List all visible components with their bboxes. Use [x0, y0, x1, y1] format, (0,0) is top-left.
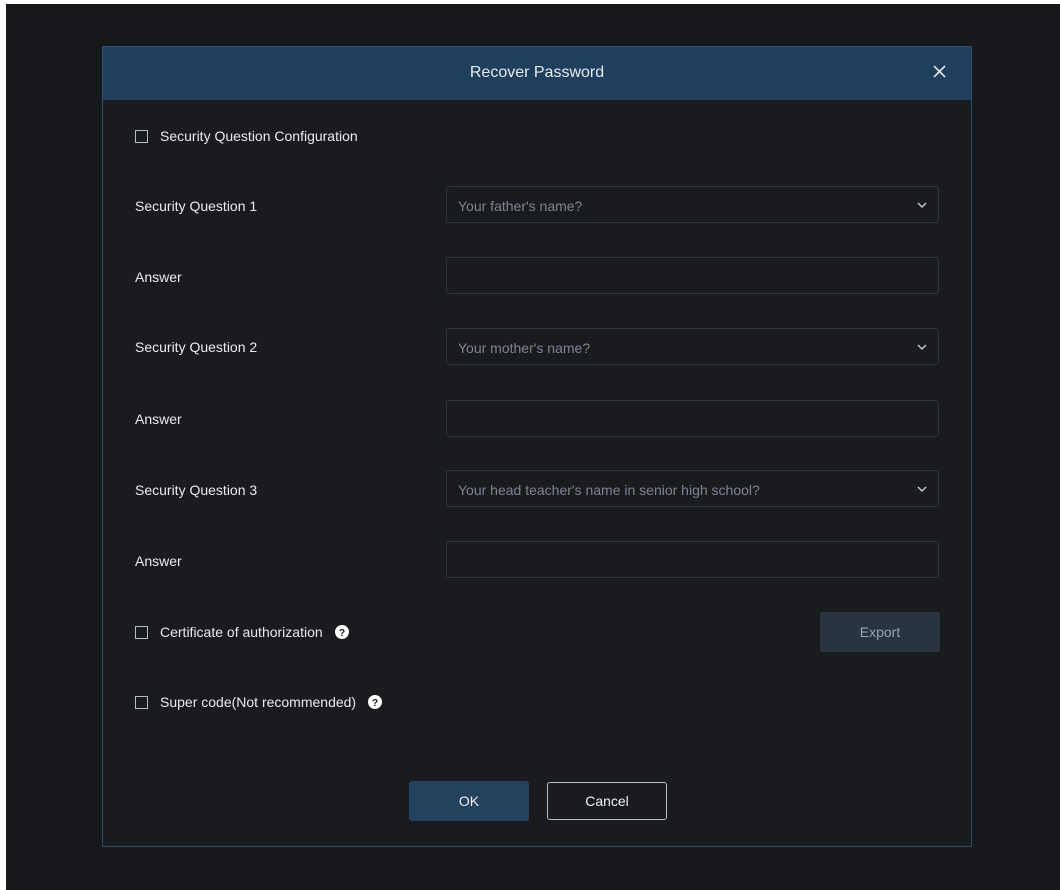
security-question-3-label: Security Question 3 — [135, 482, 258, 498]
answer-2-input[interactable] — [446, 400, 939, 437]
chevron-down-icon — [917, 201, 927, 209]
dialog-title: Recover Password — [469, 64, 605, 81]
chevron-down-icon — [917, 343, 927, 351]
security-question-1-value: Your father's name? — [458, 198, 583, 214]
help-icon[interactable]: ? — [368, 695, 383, 709]
super-code-row: Super code(Not recommended) ? — [135, 694, 383, 710]
answer-3-input[interactable] — [446, 541, 939, 578]
answer-3-label: Answer — [135, 553, 182, 569]
security-question-1-label: Security Question 1 — [135, 198, 258, 214]
export-button[interactable]: Export — [820, 612, 940, 652]
close-button[interactable] — [929, 61, 951, 83]
close-icon — [933, 65, 946, 78]
recover-password-dialog: Recover Password Security Question Confi… — [102, 46, 972, 847]
cancel-button[interactable]: Cancel — [547, 782, 667, 820]
screen-background: Recover Password Security Question Confi… — [6, 4, 1060, 890]
security-config-label: Security Question Configuration — [160, 128, 358, 144]
answer-1-input[interactable] — [446, 257, 939, 294]
security-question-3-value: Your head teacher's name in senior high … — [458, 482, 760, 498]
security-question-2-value: Your mother's name? — [458, 340, 591, 356]
security-config-checkbox[interactable] — [135, 129, 148, 143]
security-question-1-select[interactable]: Your father's name? — [446, 186, 939, 223]
super-code-checkbox[interactable] — [135, 695, 148, 709]
security-question-2-label: Security Question 2 — [135, 339, 258, 355]
answer-1-label: Answer — [135, 269, 182, 285]
answer-2-label: Answer — [135, 411, 182, 427]
dialog-titlebar: Recover Password — [103, 47, 971, 100]
super-code-label: Super code(Not recommended) — [160, 694, 357, 710]
chevron-down-icon — [917, 485, 927, 493]
svg-text:?: ? — [372, 698, 378, 709]
security-config-row: Security Question Configuration — [135, 128, 358, 144]
security-question-3-select[interactable]: Your head teacher's name in senior high … — [446, 470, 939, 507]
help-icon[interactable]: ? — [334, 625, 349, 639]
ok-button[interactable]: OK — [409, 781, 529, 821]
certificate-checkbox[interactable] — [135, 625, 148, 639]
security-question-2-select[interactable]: Your mother's name? — [446, 328, 939, 365]
certificate-row: Certificate of authorization ? — [135, 624, 349, 640]
svg-text:?: ? — [339, 628, 345, 639]
certificate-label: Certificate of authorization — [160, 624, 323, 640]
